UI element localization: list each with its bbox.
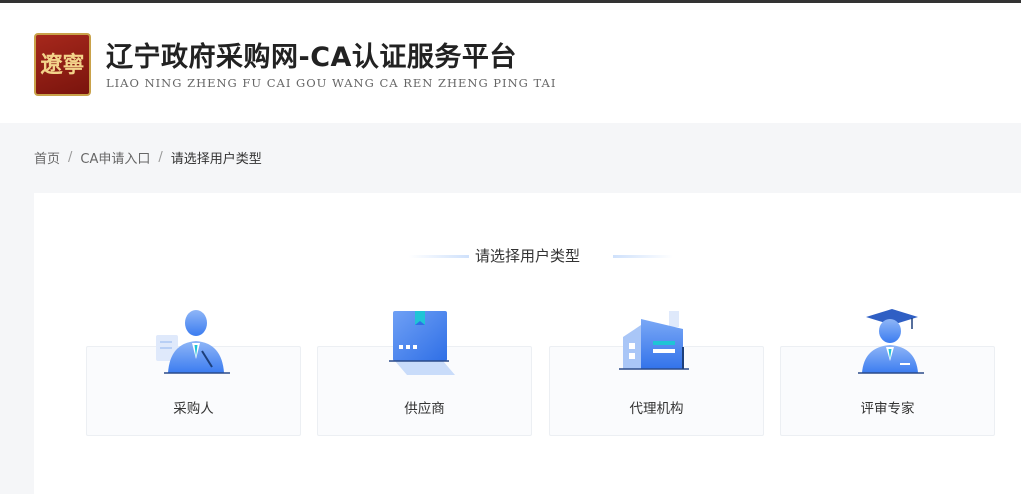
user-type-card-purchaser[interactable]: 采购人 <box>86 310 301 436</box>
user-type-card-expert[interactable]: 评审专家 <box>780 309 995 436</box>
breadcrumb-separator: / <box>158 150 163 165</box>
user-type-label: 评审专家 <box>860 401 915 417</box>
user-type-card-supplier[interactable]: 供应商 <box>317 311 532 436</box>
purchaser-icon <box>156 310 230 374</box>
breadcrumb-separator: / <box>68 150 73 165</box>
site-header: 遼寧 辽宁政府采购网-CA认证服务平台 LIAO NING ZHENG FU C… <box>0 3 1021 123</box>
user-type-card-agency[interactable]: 代理机构 <box>549 311 764 436</box>
user-type-label: 采购人 <box>173 401 214 417</box>
site-title: 辽宁政府采购网-CA认证服务平台 <box>106 42 517 73</box>
user-type-label: 代理机构 <box>629 401 684 417</box>
user-type-panel: 请选择用户类型 采购人 供应商 代理机构 评审专家 <box>34 193 1021 494</box>
user-type-label: 供应商 <box>404 401 445 417</box>
agency-icon <box>619 311 689 370</box>
breadcrumb-current: 请选择用户类型 <box>170 152 262 167</box>
site-subtitle: LIAO NING ZHENG FU CAI GOU WANG CA REN Z… <box>106 76 557 90</box>
breadcrumb-home[interactable]: 首页 <box>34 148 60 167</box>
title-decoration-right <box>613 255 673 258</box>
section-title: 请选择用户类型 <box>474 247 580 265</box>
breadcrumb-ca-entry[interactable]: CA申请入口 <box>80 148 150 167</box>
site-logo[interactable]: 遼寧 <box>34 33 91 96</box>
expert-icon <box>858 309 924 374</box>
supplier-icon <box>389 311 455 375</box>
breadcrumb: 首页 / CA申请入口 / 请选择用户类型 <box>34 148 262 167</box>
logo-text: 遼寧 <box>40 51 85 78</box>
